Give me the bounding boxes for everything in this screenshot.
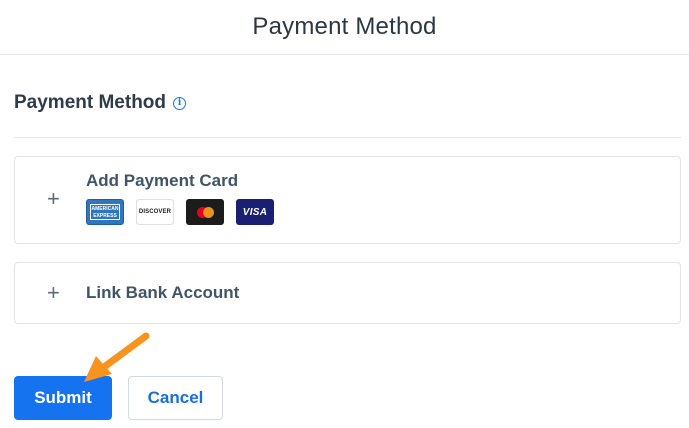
link-bank-account-option[interactable]: + Link Bank Account: [14, 262, 681, 324]
cancel-button[interactable]: Cancel: [128, 376, 223, 420]
visa-logo-text: VISA: [242, 206, 268, 218]
info-icon[interactable]: i: [173, 96, 187, 110]
card-logos: AMERICAN EXPRESS DISCOVER VISA: [86, 199, 274, 225]
add-payment-card-label: Add Payment Card: [86, 171, 239, 190]
section-title: Payment Method: [14, 92, 167, 113]
plus-icon: +: [47, 186, 60, 211]
amex-logo-text: AMERICAN EXPRESS: [90, 204, 120, 220]
link-bank-account-label: Link Bank Account: [86, 283, 240, 302]
plus-icon: +: [47, 280, 60, 305]
visa-logo-icon: VISA: [236, 199, 274, 225]
section-header: Payment Method i: [14, 92, 187, 114]
submit-button[interactable]: Submit: [14, 376, 112, 420]
divider: [14, 137, 681, 138]
mastercard-logo-icon: [186, 199, 224, 225]
add-payment-card-option[interactable]: + Add Payment Card AMERICAN EXPRESS DISC…: [14, 156, 681, 244]
payment-method-page: Payment Method Payment Method i + Add Pa…: [0, 0, 689, 428]
header: Payment Method: [0, 0, 689, 55]
discover-logo-icon: DISCOVER: [136, 199, 174, 225]
page-title: Payment Method: [252, 13, 437, 40]
amex-logo-icon: AMERICAN EXPRESS: [86, 199, 124, 225]
